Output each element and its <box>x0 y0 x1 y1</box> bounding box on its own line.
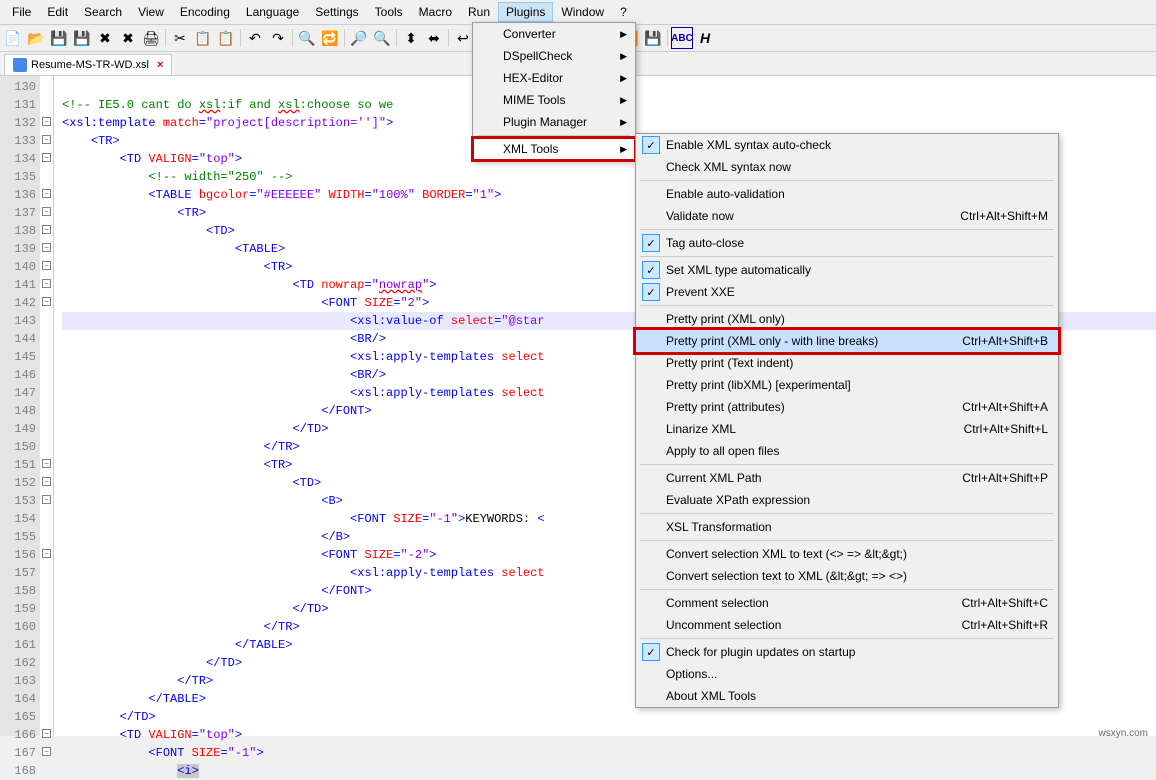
menu-language[interactable]: Language <box>238 2 307 22</box>
paste-icon[interactable]: 📋 <box>215 27 237 49</box>
xmltools-tag-auto-close[interactable]: ✓Tag auto-close <box>636 232 1058 254</box>
hex-icon[interactable]: H <box>694 27 716 49</box>
xmltools-set-xml-type-automatically[interactable]: ✓Set XML type automatically <box>636 259 1058 281</box>
xmltools-pretty-print-text-indent-[interactable]: Pretty print (Text indent) <box>636 352 1058 374</box>
zoom-out-icon[interactable]: 🔍 <box>371 27 393 49</box>
print-icon[interactable]: 🖨 <box>140 27 162 49</box>
xmltools-pretty-print-attributes-[interactable]: Pretty print (attributes)Ctrl+Alt+Shift+… <box>636 396 1058 418</box>
plugins-dspellcheck[interactable]: DSpellCheck▶ <box>473 45 635 67</box>
fold-column[interactable]: −−−−−−−−−−−−−−−− <box>40 76 54 736</box>
menu-file[interactable]: File <box>4 2 39 22</box>
menu-run[interactable]: Run <box>460 2 498 22</box>
xmltools-uncomment-selection[interactable]: Uncomment selectionCtrl+Alt+Shift+R <box>636 614 1058 636</box>
xmltools-pretty-print-xml-only-with-line-breaks-[interactable]: Pretty print (XML only - with line break… <box>636 330 1058 352</box>
spellcheck-icon[interactable]: ABC <box>671 27 693 49</box>
copy-icon[interactable]: 📋 <box>192 27 214 49</box>
close-icon[interactable]: ✖ <box>94 27 116 49</box>
tab-close-icon[interactable]: × <box>157 59 163 71</box>
menu-settings[interactable]: Settings <box>307 2 366 22</box>
menu-search[interactable]: Search <box>76 2 130 22</box>
menu-encoding[interactable]: Encoding <box>172 2 238 22</box>
open-file-icon[interactable]: 📂 <box>25 27 47 49</box>
menu-window[interactable]: Window <box>553 2 612 22</box>
xmltools-current-xml-path[interactable]: Current XML PathCtrl+Alt+Shift+P <box>636 467 1058 489</box>
menu-?[interactable]: ? <box>612 2 635 22</box>
xmltools-convert-selection-text-to-xml-lt-gt-[interactable]: Convert selection text to XML (&lt;&gt; … <box>636 565 1058 587</box>
xmltools-prevent-xxe[interactable]: ✓Prevent XXE <box>636 281 1058 303</box>
xmltools-check-xml-syntax-now[interactable]: Check XML syntax now <box>636 156 1058 178</box>
xmltools-about-xml-tools[interactable]: About XML Tools <box>636 685 1058 707</box>
save-all-icon[interactable]: 💾 <box>71 27 93 49</box>
xmltools-linarize-xml[interactable]: Linarize XMLCtrl+Alt+Shift+L <box>636 418 1058 440</box>
redo-icon[interactable]: ↷ <box>267 27 289 49</box>
xmltools-validate-now[interactable]: Validate nowCtrl+Alt+Shift+M <box>636 205 1058 227</box>
xmltools-enable-auto-validation[interactable]: Enable auto-validation <box>636 183 1058 205</box>
xmltools-xsl-transformation[interactable]: XSL Transformation <box>636 516 1058 538</box>
cut-icon[interactable]: ✂ <box>169 27 191 49</box>
save-icon[interactable]: 💾 <box>48 27 70 49</box>
new-file-icon[interactable]: 📄 <box>2 27 24 49</box>
menu-plugins[interactable]: Plugins <box>498 2 553 22</box>
menu-edit[interactable]: Edit <box>39 2 76 22</box>
xmltools-pretty-print-libxml-experimental-[interactable]: Pretty print (libXML) [experimental] <box>636 374 1058 396</box>
replace-icon[interactable]: 🔁 <box>319 27 341 49</box>
xmltools-submenu[interactable]: ✓Enable XML syntax auto-checkCheck XML s… <box>635 133 1059 708</box>
xmltools-enable-xml-syntax-auto-check[interactable]: ✓Enable XML syntax auto-check <box>636 134 1058 156</box>
undo-icon[interactable]: ↶ <box>244 27 266 49</box>
save-macro-icon[interactable]: 💾 <box>642 27 664 49</box>
zoom-in-icon[interactable]: 🔎 <box>348 27 370 49</box>
xmltools-comment-selection[interactable]: Comment selectionCtrl+Alt+Shift+C <box>636 592 1058 614</box>
plugins-hex-editor[interactable]: HEX-Editor▶ <box>473 67 635 89</box>
file-icon <box>13 58 27 72</box>
xmltools-apply-to-all-open-files[interactable]: Apply to all open files <box>636 440 1058 462</box>
footer-credit: wsxyn.com <box>1099 728 1148 739</box>
sync-v-icon[interactable]: ⬍ <box>400 27 422 49</box>
file-tab[interactable]: Resume-MS-TR-WD.xsl × <box>4 54 172 75</box>
plugins-converter[interactable]: Converter▶ <box>473 23 635 45</box>
sync-h-icon[interactable]: ⬌ <box>423 27 445 49</box>
wrap-icon[interactable]: ↩ <box>452 27 474 49</box>
xmltools-convert-selection-xml-to-text-lt-gt-[interactable]: Convert selection XML to text (<> => &lt… <box>636 543 1058 565</box>
plugins-plugin-manager[interactable]: Plugin Manager▶ <box>473 111 635 133</box>
plugins-xml-tools[interactable]: XML Tools▶ <box>473 138 635 160</box>
xmltools-pretty-print-xml-only-[interactable]: Pretty print (XML only) <box>636 308 1058 330</box>
close-all-icon[interactable]: ✖ <box>117 27 139 49</box>
xmltools-check-for-plugin-updates-on-startup[interactable]: ✓Check for plugin updates on startup <box>636 641 1058 663</box>
line-gutter: 1301311321331341351361371381391401411421… <box>0 76 40 736</box>
xmltools-options-[interactable]: Options... <box>636 663 1058 685</box>
plugins-mime-tools[interactable]: MIME Tools▶ <box>473 89 635 111</box>
menu-view[interactable]: View <box>130 2 172 22</box>
menu-tools[interactable]: Tools <box>367 2 411 22</box>
plugins-menu[interactable]: Converter▶DSpellCheck▶HEX-Editor▶MIME To… <box>472 22 636 161</box>
tab-label: Resume-MS-TR-WD.xsl <box>31 59 149 71</box>
find-icon[interactable]: 🔍 <box>296 27 318 49</box>
menu-macro[interactable]: Macro <box>411 2 460 22</box>
xmltools-evaluate-xpath-expression[interactable]: Evaluate XPath expression <box>636 489 1058 511</box>
